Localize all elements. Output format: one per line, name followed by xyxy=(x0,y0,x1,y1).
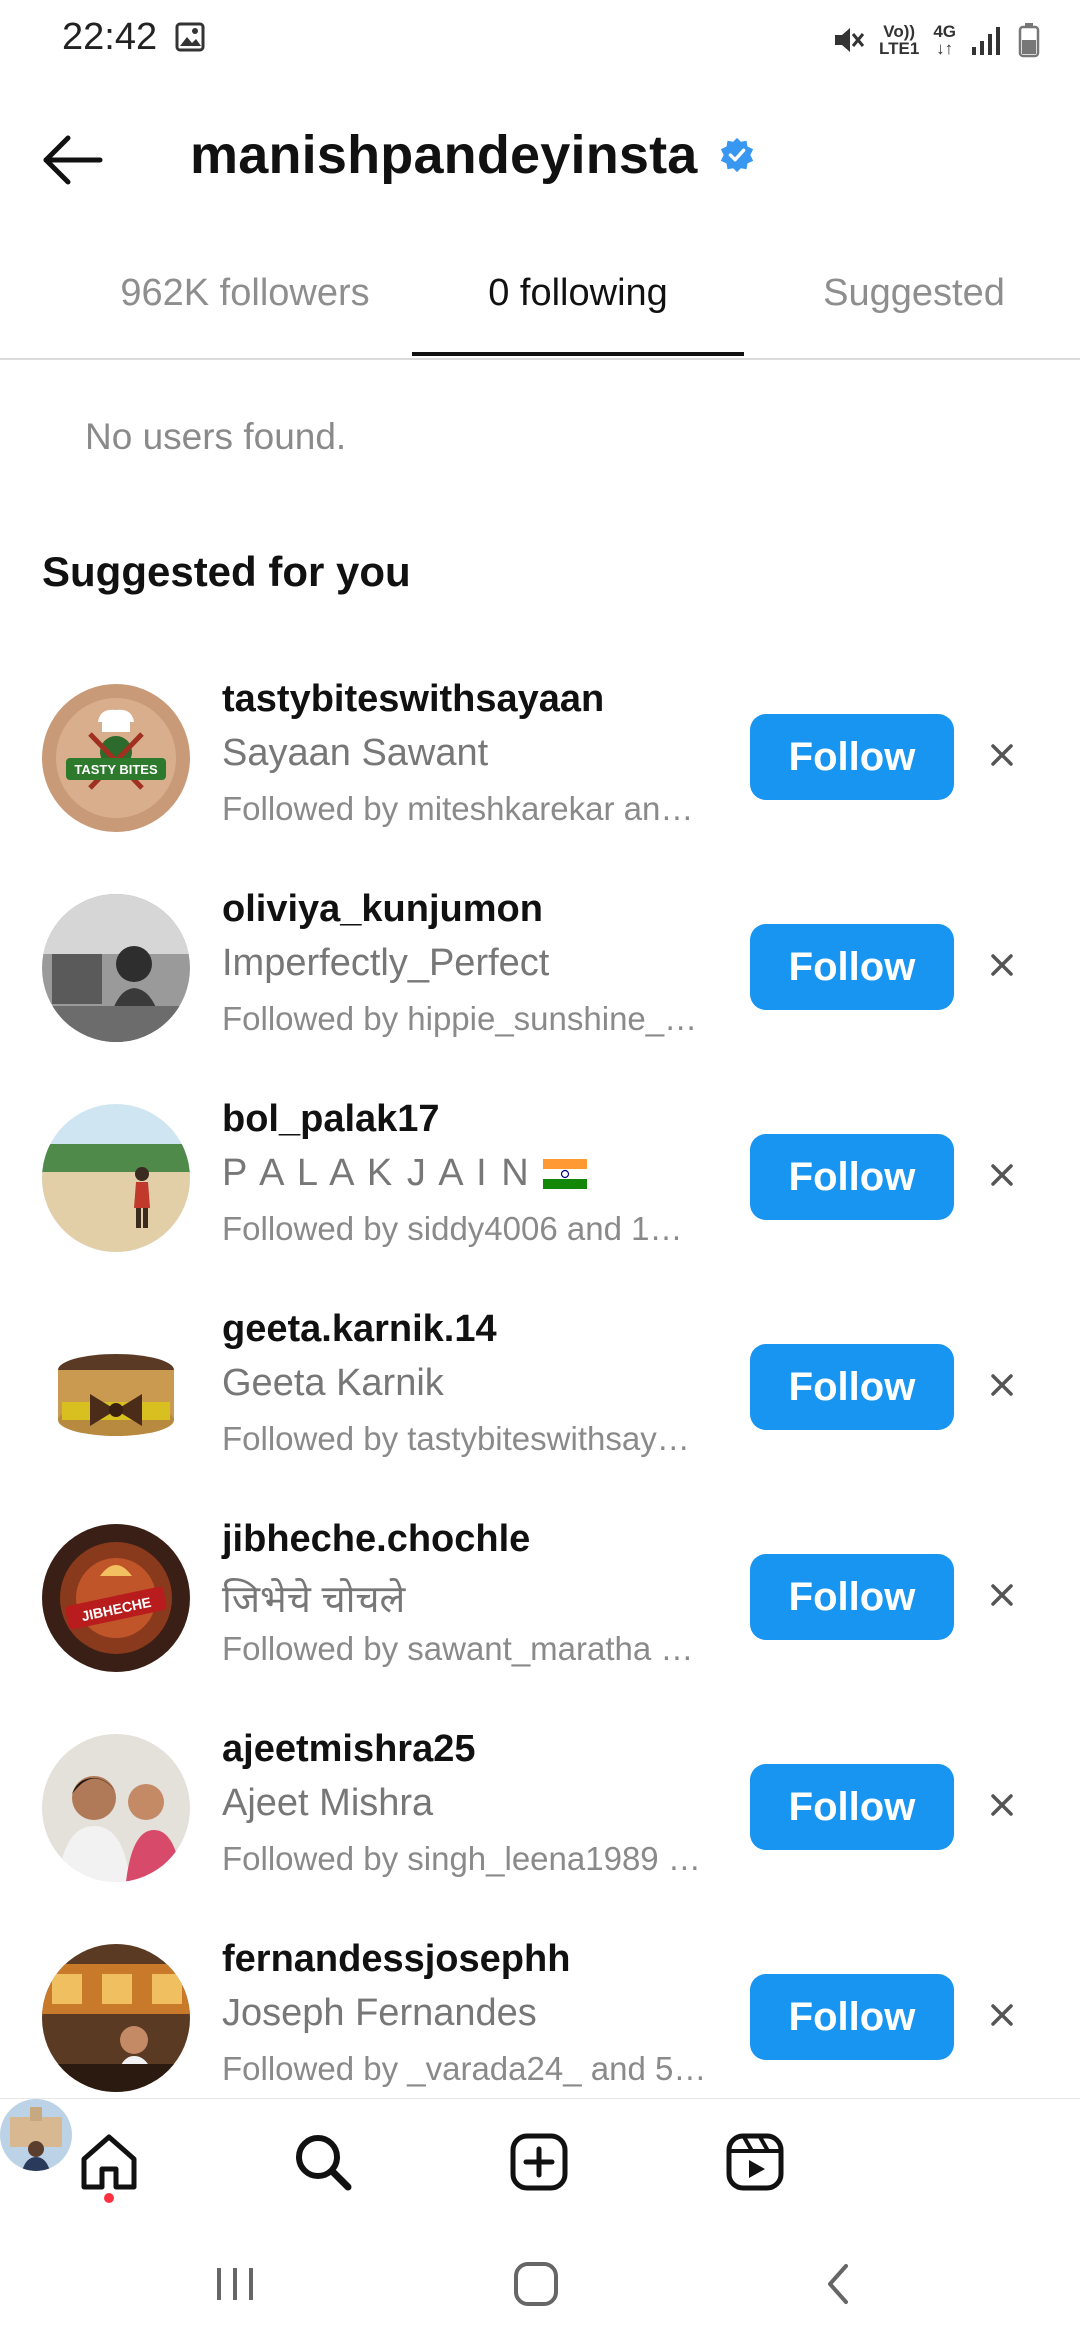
arrow-left-icon[interactable] xyxy=(40,132,104,188)
avatar[interactable]: JIBHECHE xyxy=(42,1524,190,1672)
signal-icon xyxy=(972,27,1000,55)
avatar[interactable] xyxy=(42,1734,190,1882)
followed-by-text: Followed by hippie_sunshine_… xyxy=(222,1000,698,1037)
empty-state-text: No users found. xyxy=(85,416,347,457)
suggestion-row[interactable]: bol_palak17 P A L A K J A I N Followed b… xyxy=(0,1076,1080,1276)
status-time: 22:42 xyxy=(62,16,158,58)
close-icon[interactable] xyxy=(985,1578,1019,1612)
section-title: Suggested for you xyxy=(42,548,411,595)
avatar[interactable] xyxy=(42,1104,190,1252)
system-nav xyxy=(0,2220,1080,2340)
full-name: Geeta Karnik xyxy=(222,1362,444,1404)
username[interactable]: oliviya_kunjumon xyxy=(222,888,543,931)
image-icon xyxy=(175,22,205,52)
recents-icon[interactable] xyxy=(205,2254,265,2314)
avatar[interactable] xyxy=(42,894,190,1042)
username[interactable]: bol_palak17 xyxy=(222,1098,440,1141)
status-icons: Vo)) LTE1 4G ↓↑ xyxy=(831,18,1040,62)
profile-avatar[interactable] xyxy=(0,2099,72,2171)
full-name: Sayaan Sawant xyxy=(222,732,489,774)
followed-by-text: Followed by singh_leena1989 … xyxy=(222,1840,701,1877)
avatar[interactable] xyxy=(42,1314,190,1462)
follow-button[interactable]: Follow xyxy=(750,1764,954,1850)
full-name: Imperfectly_Perfect xyxy=(222,942,550,984)
status-bar: 22:42 Vo)) LTE1 4G ↓↑ xyxy=(0,0,1080,80)
avatar[interactable]: TASTY BITES xyxy=(42,684,190,832)
close-icon[interactable] xyxy=(985,1368,1019,1402)
suggestion-row[interactable]: TASTY BITES tastybiteswithsayaan Sayaan … xyxy=(0,656,1080,856)
follow-button[interactable]: Follow xyxy=(750,1554,954,1640)
suggestion-row[interactable]: fernandessjosephh Joseph Fernandes Follo… xyxy=(0,1916,1080,2116)
follow-button[interactable]: Follow xyxy=(750,1344,954,1430)
follow-button[interactable]: Follow xyxy=(750,924,954,1010)
reels-icon[interactable] xyxy=(722,2129,788,2195)
follow-button[interactable]: Follow xyxy=(750,1134,954,1220)
create-icon[interactable] xyxy=(506,2129,572,2195)
tab-followers[interactable]: 962K followers xyxy=(60,272,430,315)
profile-header: manishpandeyinsta xyxy=(0,110,1080,210)
suggestion-row[interactable]: ajeetmishra25 Ajeet Mishra Followed by s… xyxy=(0,1706,1080,1906)
search-icon[interactable] xyxy=(290,2129,356,2195)
username[interactable]: jibheche.chochle xyxy=(222,1518,530,1561)
volte-icon: Vo)) LTE1 xyxy=(879,22,920,58)
follow-button[interactable]: Follow xyxy=(750,1974,954,2060)
home-button-icon[interactable] xyxy=(506,2254,566,2314)
username[interactable]: ajeetmishra25 xyxy=(222,1728,476,1771)
username[interactable]: tastybiteswithsayaan xyxy=(222,678,604,721)
active-tab-indicator xyxy=(412,352,744,356)
india-flag-icon xyxy=(543,1159,588,1189)
battery-icon xyxy=(1018,23,1040,58)
tab-bar: 962K followers 0 following Suggested xyxy=(0,250,1080,360)
full-name: Ajeet Mishra xyxy=(222,1782,434,1824)
suggestion-row[interactable]: oliviya_kunjumon Imperfectly_Perfect Fol… xyxy=(0,866,1080,1066)
close-icon[interactable] xyxy=(985,1158,1019,1192)
home-icon[interactable] xyxy=(76,2129,142,2195)
close-icon[interactable] xyxy=(985,738,1019,772)
mute-icon xyxy=(835,28,865,52)
followed-by-text: Followed by miteshkarekar an… xyxy=(222,790,694,827)
close-icon[interactable] xyxy=(985,948,1019,982)
username[interactable]: geeta.karnik.14 xyxy=(222,1308,497,1351)
close-icon[interactable] xyxy=(985,1788,1019,1822)
tab-suggested[interactable]: Suggested xyxy=(780,272,1048,315)
full-name: जिभेचे चोचले xyxy=(222,1579,406,1621)
avatar[interactable] xyxy=(42,1944,190,2092)
verified-badge-icon xyxy=(720,137,754,173)
followed-by-text: Followed by _varada24_ and 5… xyxy=(222,2050,707,2087)
followed-by-text: Followed by siddy4006 and 1… xyxy=(222,1210,683,1247)
full-name: Joseph Fernandes xyxy=(222,1992,537,2034)
suggestion-row[interactable]: JIBHECHE jibheche.chochle जिभेचे चोचले F… xyxy=(0,1496,1080,1696)
followed-by-text: Followed by sawant_maratha … xyxy=(222,1630,694,1667)
avatar-logo-text: TASTY BITES xyxy=(74,762,158,777)
tab-following[interactable]: 0 following xyxy=(412,272,744,315)
username[interactable]: fernandessjosephh xyxy=(222,1938,570,1981)
page-title: manishpandeyinsta xyxy=(190,125,698,185)
follow-button[interactable]: Follow xyxy=(750,714,954,800)
notification-dot xyxy=(104,2193,114,2203)
full-name: P A L A K J A I N xyxy=(222,1152,588,1195)
back-icon[interactable] xyxy=(810,2254,870,2314)
suggestion-row[interactable]: geeta.karnik.14 Geeta Karnik Followed by… xyxy=(0,1286,1080,1486)
4g-icon: 4G ↓↑ xyxy=(933,22,956,58)
followed-by-text: Followed by tastybiteswithsay… xyxy=(222,1420,690,1457)
close-icon[interactable] xyxy=(985,1998,1019,2032)
bottom-nav xyxy=(0,2098,1080,2221)
